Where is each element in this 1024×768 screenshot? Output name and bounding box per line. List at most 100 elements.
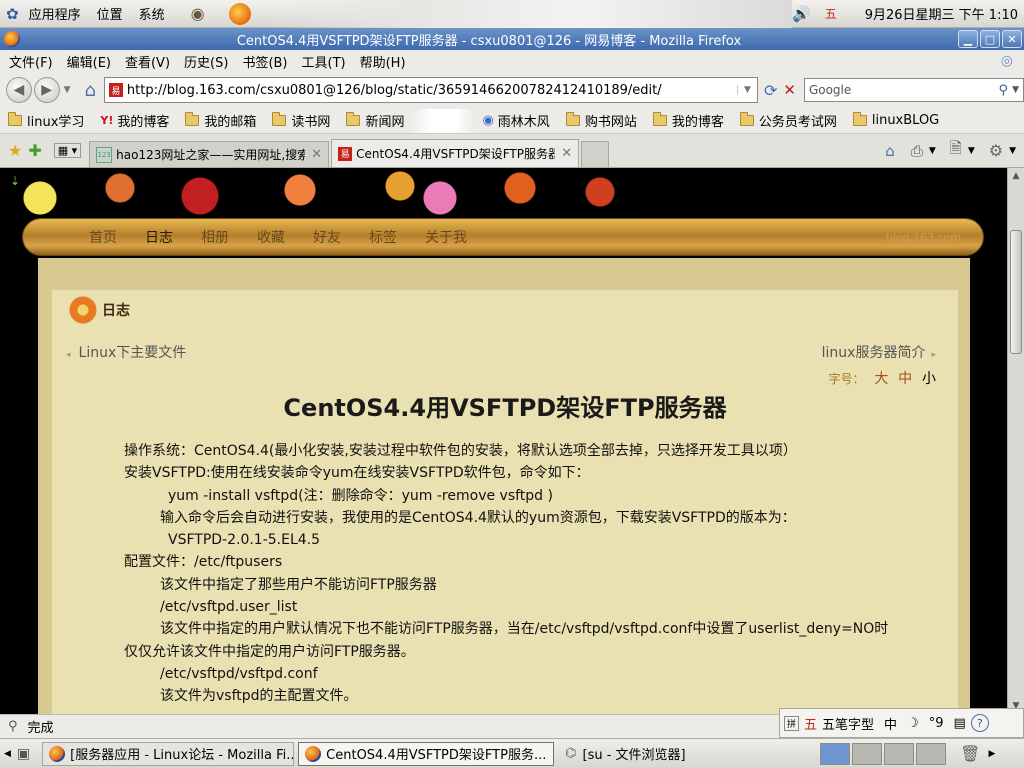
- taskbar-centos-window[interactable]: CentOS4.4用VSFTPD架设FTP服务...: [298, 741, 555, 766]
- bookmark-linux-study[interactable]: linux学习: [0, 109, 92, 133]
- blog-nav-friends[interactable]: 好友: [299, 227, 355, 247]
- menu-bookmarks[interactable]: 书签(B): [235, 52, 294, 71]
- print-icon[interactable]: ⎙: [911, 142, 923, 160]
- tab-centos-vsftpd[interactable]: 易 CentOS4.4用VSFTPD架设FTP服务器... ✕: [331, 139, 580, 167]
- window-titlebar[interactable]: CentOS4.4用VSFTPD架设FTP服务器 - csxu0801@126 …: [0, 28, 1024, 50]
- blog-nav-favorites[interactable]: 收藏: [243, 227, 299, 247]
- menu-history[interactable]: 历史(S): [177, 52, 235, 71]
- bookmark-linux-blog[interactable]: linuxBLOG: [845, 109, 947, 133]
- gimp-launcher-icon[interactable]: ◉: [185, 2, 211, 26]
- workspace-3[interactable]: [884, 742, 915, 765]
- trash-icon[interactable]: 🗑: [960, 744, 980, 763]
- tab-hao123[interactable]: 123 hao123网址之家——实用网址,搜索... ✕: [89, 141, 330, 167]
- url-dropdown-icon[interactable]: ▼: [737, 85, 757, 95]
- ime-name[interactable]: 五笔字型: [822, 714, 879, 733]
- menu-view[interactable]: 查看(V): [118, 52, 177, 71]
- volume-icon[interactable]: 🔊: [792, 5, 811, 23]
- ime-help-icon[interactable]: ?: [970, 714, 989, 732]
- new-tab-button[interactable]: [581, 141, 610, 167]
- bookmark-news[interactable]: 新闻网: [338, 109, 412, 133]
- firefox-launcher-icon[interactable]: [227, 2, 253, 26]
- blog-nav-tags[interactable]: 标签: [355, 227, 411, 247]
- blog-nav-journal[interactable]: 日志: [131, 227, 187, 247]
- blog-nav-about[interactable]: 关于我: [411, 227, 481, 247]
- gear-icon[interactable]: ⚙: [989, 141, 1003, 160]
- url-text[interactable]: http://blog.163.com/csxu0801@126/blog/st…: [123, 83, 737, 98]
- menu-help[interactable]: 帮助(H): [353, 52, 413, 71]
- article-body: 操作系统：CentOS4.4(最小化安装,安装过程中软件包的安装，将默认选项全部…: [124, 440, 904, 708]
- blog-nav-home[interactable]: 首页: [75, 227, 131, 247]
- bookmark-reading[interactable]: 读书网: [264, 109, 338, 133]
- workspace-1[interactable]: [820, 742, 851, 765]
- search-bar[interactable]: Google ⚲ ▼: [803, 78, 1024, 102]
- search-icon[interactable]: ⚲: [999, 83, 1009, 98]
- ime-chinese-mode[interactable]: 中: [879, 714, 902, 733]
- font-size-switcher: 字号： 大 中 小: [829, 368, 937, 388]
- bookmark-shopping[interactable]: 购书网站: [558, 109, 645, 133]
- bookmark-my-mail[interactable]: 我的邮箱: [177, 109, 264, 133]
- search-engine-dropdown-icon[interactable]: ▼: [1012, 85, 1019, 95]
- tab-list-icon[interactable]: ▦ ▾: [53, 143, 82, 158]
- stop-icon[interactable]: ✕: [783, 81, 796, 99]
- reload-icon[interactable]: ⟳: [764, 81, 777, 100]
- prev-article-link[interactable]: ◂ Linux下主要文件: [66, 342, 186, 362]
- firefox-icon: [4, 31, 20, 47]
- taskbar-forum-window[interactable]: [服务器应用 - Linux论坛 - Mozilla Fi...: [42, 741, 295, 766]
- forward-button[interactable]: ▶: [33, 77, 60, 103]
- ime-indicator[interactable]: 五: [825, 5, 837, 22]
- close-button[interactable]: ✕: [1002, 30, 1022, 48]
- bookmark-star-icon[interactable]: ★: [8, 141, 22, 160]
- workspace-4[interactable]: [916, 742, 947, 765]
- bookmark-civil-exam[interactable]: 公务员考试网: [732, 109, 845, 133]
- font-size-small[interactable]: 小: [922, 371, 936, 387]
- taskbar-file-browser[interactable]: ⌬ [su - 文件浏览器]: [558, 742, 814, 766]
- bookmark-my-blog[interactable]: 我的博客: [645, 109, 732, 133]
- show-desktop-icon[interactable]: ▣: [17, 746, 30, 762]
- scroll-thumb[interactable]: [1010, 230, 1022, 354]
- menu-file[interactable]: 文件(F): [2, 52, 60, 71]
- bookmark-my-blog-yahoo[interactable]: Y! 我的博客: [92, 109, 177, 133]
- taskbar-scroll-right-icon[interactable]: ▶: [988, 749, 995, 759]
- back-button[interactable]: ◀: [6, 77, 32, 103]
- page-icon[interactable]: 🗎: [950, 138, 962, 163]
- tab-close-icon[interactable]: ✕: [311, 147, 322, 162]
- print-dropdown-icon[interactable]: ▼: [929, 146, 936, 156]
- bookmark-label: 我的博客: [671, 115, 724, 130]
- maximize-button[interactable]: □: [980, 30, 1000, 48]
- ime-keyboard-icon[interactable]: ▤: [949, 716, 971, 731]
- places-menu[interactable]: 位置: [89, 4, 131, 23]
- search-input[interactable]: Google: [809, 83, 999, 97]
- taskbar-scroll-left-icon[interactable]: ◀: [4, 749, 11, 759]
- bookmark-blank[interactable]: [412, 108, 475, 133]
- minimize-button[interactable]: ▁: [958, 30, 978, 48]
- system-menu[interactable]: 系统: [131, 4, 173, 23]
- menu-tools[interactable]: 工具(T): [295, 52, 353, 71]
- ime-halfwidth-icon[interactable]: ☽: [902, 716, 924, 731]
- scroll-up-icon[interactable]: ▲: [1011, 171, 1021, 181]
- home-icon[interactable]: ⌂: [84, 80, 95, 101]
- next-article-link[interactable]: linux服务器简介 ▸: [822, 342, 936, 362]
- home-small-icon[interactable]: ⌂: [885, 142, 895, 160]
- firefox-icon: [305, 745, 322, 762]
- history-dropdown-icon[interactable]: ▼: [64, 85, 71, 95]
- page-dropdown-icon[interactable]: ▼: [968, 146, 975, 156]
- font-size-large[interactable]: 大: [874, 371, 888, 387]
- menu-edit[interactable]: 编辑(E): [60, 52, 118, 71]
- clock[interactable]: 9月26日星期三 下午 1:10: [865, 4, 1018, 23]
- page-viewport[interactable]: ⇣ 首页 日志 相册 收藏 好友 标签 关于我 blog.163.com 日志 …: [0, 168, 1007, 714]
- workspace-2[interactable]: [852, 742, 883, 765]
- system-tray: 🔊 五 9月26日星期三 下午 1:10: [792, 0, 1024, 28]
- bookmark-ylmf[interactable]: ◉ 雨林木风: [474, 109, 557, 133]
- url-bar[interactable]: 易 http://blog.163.com/csxu0801@126/blog/…: [103, 77, 758, 103]
- blog-nav: 首页 日志 相册 收藏 好友 标签 关于我 blog.163.com: [22, 218, 984, 256]
- tab-close-icon[interactable]: ✕: [561, 146, 572, 161]
- applications-menu[interactable]: 应用程序: [21, 4, 89, 23]
- ime-logo[interactable]: 五: [799, 714, 822, 733]
- gear-dropdown-icon[interactable]: ▼: [1009, 146, 1016, 156]
- ime-handle-icon[interactable]: 拼: [784, 715, 800, 731]
- ime-punct-icon[interactable]: °9: [924, 716, 949, 731]
- add-bookmark-icon[interactable]: ✚: [28, 141, 41, 160]
- blog-nav-album[interactable]: 相册: [187, 227, 243, 247]
- page-scrollbar[interactable]: ▲ ▼: [1007, 168, 1024, 714]
- font-size-medium[interactable]: 中: [898, 371, 912, 387]
